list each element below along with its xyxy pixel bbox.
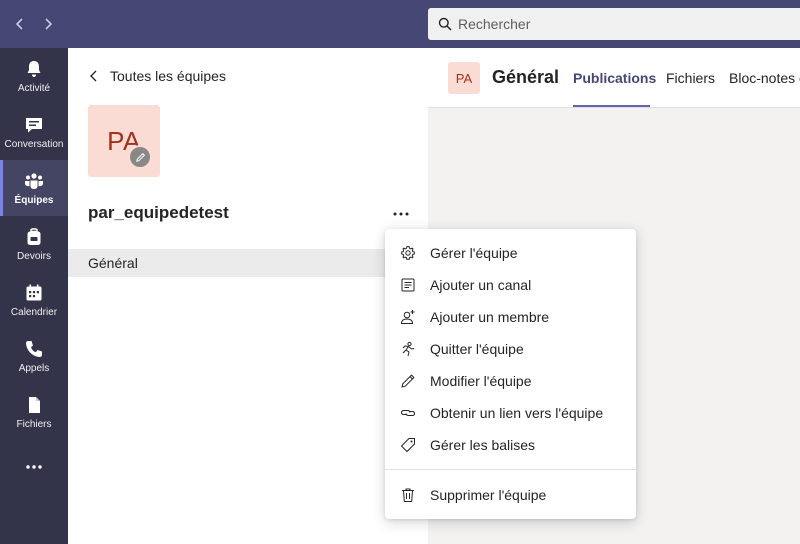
search-box[interactable] (428, 8, 800, 40)
chevron-left-icon (15, 18, 23, 30)
app-rail: Activité Conversation Équipes Devoirs Ca… (0, 48, 68, 544)
rail-item-label: Appels (18, 363, 50, 374)
backpack-icon (23, 226, 45, 248)
pencil-icon (400, 373, 416, 389)
rail-item-label: Calendrier (10, 307, 58, 318)
more-horizontal-icon (393, 212, 409, 216)
rail-item-label: Activité (17, 83, 51, 94)
gear-icon (400, 245, 416, 261)
menu-item-label: Obtenir un lien vers l'équipe (430, 405, 604, 421)
tab-posts[interactable]: Publications (573, 70, 656, 86)
file-icon (23, 394, 45, 416)
menu-item-label: Modifier l'équipe (430, 373, 532, 389)
menu-divider (385, 469, 636, 470)
rail-item-activity[interactable]: Activité (0, 48, 68, 104)
menu-item-add-member[interactable]: Ajouter un membre (385, 301, 636, 333)
team-name: par_equipedetest (88, 203, 229, 222)
channel-title: Général (492, 67, 560, 87)
back-button[interactable] (8, 12, 32, 36)
link-icon (400, 405, 416, 421)
menu-item-delete-team[interactable]: Supprimer l'équipe (385, 479, 636, 511)
channel-item-general[interactable]: Général (68, 249, 428, 277)
rail-item-label: Devoirs (17, 251, 51, 262)
search-input[interactable] (458, 16, 758, 32)
rail-item-label: Fichiers (16, 419, 52, 430)
chevron-left-icon (90, 70, 97, 82)
menu-item-add-channel[interactable]: Ajouter un canal (385, 269, 636, 301)
menu-item-label: Ajouter un membre (430, 309, 550, 325)
all-teams-label: Toutes les équipes (110, 68, 226, 84)
phone-icon (23, 338, 45, 360)
tag-icon (400, 437, 416, 453)
search-icon (438, 17, 452, 31)
channel-header: PA Général Publications Fichiers Bloc-no… (428, 48, 800, 108)
add-channel-icon (400, 277, 416, 293)
add-member-icon (400, 309, 416, 325)
channel-label: Général (88, 255, 138, 271)
menu-item-manage-team[interactable]: Gérer l'équipe (385, 237, 636, 269)
menu-item-label: Ajouter un canal (430, 277, 532, 293)
chat-icon (23, 114, 45, 136)
top-bar (0, 0, 800, 48)
team-avatar: PA (88, 105, 160, 177)
rail-item-label: Équipes (14, 195, 54, 206)
pencil-icon (135, 152, 145, 162)
rail-item-files[interactable]: Fichiers (0, 384, 68, 440)
teams-icon (23, 170, 45, 192)
rail-item-calls[interactable]: Appels (0, 328, 68, 384)
menu-item-manage-tags[interactable]: Gérer les balises (385, 429, 636, 461)
trash-icon (400, 487, 416, 503)
rail-item-conversation[interactable]: Conversation (0, 104, 68, 160)
all-teams-link[interactable]: Toutes les équipes (88, 68, 226, 84)
more-horizontal-icon (23, 456, 45, 478)
channel-team-avatar: PA (448, 62, 480, 94)
rail-item-teams[interactable]: Équipes (0, 160, 68, 216)
menu-item-label: Gérer l'équipe (430, 245, 518, 261)
edit-avatar-button[interactable] (128, 145, 152, 169)
menu-item-leave-team[interactable]: Quitter l'équipe (385, 333, 636, 365)
menu-item-label: Quitter l'équipe (430, 341, 524, 357)
rail-item-label: Conversation (4, 139, 64, 150)
team-panel: Toutes les équipes PA par_equipedetest G… (68, 48, 428, 544)
menu-item-get-link[interactable]: Obtenir un lien vers l'équipe (385, 397, 636, 429)
bell-icon (23, 58, 45, 80)
channel-team-avatar-initials: PA (455, 70, 473, 86)
rail-item-assignments[interactable]: Devoirs (0, 216, 68, 272)
chevron-right-icon (45, 18, 53, 30)
forward-button[interactable] (36, 12, 60, 36)
calendar-icon (23, 282, 45, 304)
tab-files[interactable]: Fichiers (666, 70, 715, 86)
rail-item-calendar[interactable]: Calendrier (0, 272, 68, 328)
menu-item-edit-team[interactable]: Modifier l'équipe (385, 365, 636, 397)
team-context-menu: Gérer l'équipe Ajouter un canal Ajouter … (385, 229, 636, 519)
menu-item-label: Gérer les balises (430, 437, 536, 453)
team-more-options-button[interactable] (388, 203, 414, 225)
tab-notebook[interactable]: Bloc-notes c (729, 70, 800, 86)
menu-item-label: Supprimer l'équipe (430, 487, 547, 503)
leave-icon (400, 341, 416, 357)
rail-more-apps[interactable] (0, 440, 68, 496)
